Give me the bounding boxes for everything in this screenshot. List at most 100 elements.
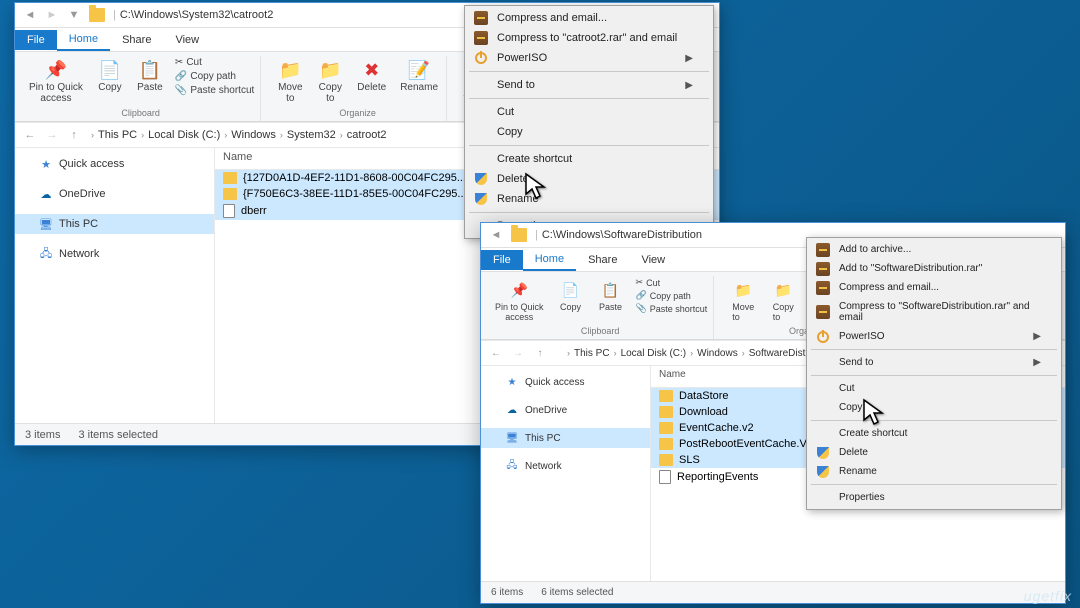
ctx-item[interactable]: Copy [467, 122, 711, 142]
tab-file[interactable]: File [481, 250, 523, 270]
paste-shortcut[interactable]: 📎Paste shortcut [634, 302, 710, 315]
folder-icon [659, 454, 673, 466]
bc-back[interactable]: ← [485, 343, 507, 363]
back-btn[interactable]: ◄ [485, 225, 507, 245]
ctx-item[interactable]: Delete [809, 443, 1059, 462]
ctx-label: Compress and email... [497, 12, 607, 24]
nav-quick-access[interactable]: ★Quick access [481, 372, 650, 392]
col-name[interactable]: Name [651, 366, 811, 387]
nav-network[interactable]: 🖧Network [15, 244, 214, 264]
tab-file[interactable]: File [15, 30, 57, 50]
ctx-item[interactable]: Compress and email... [809, 278, 1059, 297]
copy-button[interactable]: 📄Copy [554, 276, 588, 314]
col-name[interactable]: Name [215, 148, 495, 169]
paste-button[interactable]: 📋Paste [594, 276, 628, 314]
ctx-item[interactable]: Send to▶ [809, 353, 1059, 372]
rename-button[interactable]: 📝Rename [396, 56, 442, 95]
folder-icon [659, 438, 673, 450]
network-icon: 🖧 [39, 247, 53, 261]
ctx-item[interactable]: PowerISO▶ [809, 327, 1059, 346]
tab-home[interactable]: Home [523, 249, 576, 271]
moveto-icon: 📁 [278, 58, 302, 82]
ctx-item[interactable]: Rename [467, 189, 711, 209]
ctx-item[interactable]: Add to "SoftwareDistribution.rar" [809, 259, 1059, 278]
address-path[interactable]: C:\Windows\System32\catroot2 [120, 9, 273, 21]
tab-view[interactable]: View [163, 30, 211, 50]
copy-path[interactable]: 🔗Copy path [634, 289, 710, 302]
bc-sys32[interactable]: System32 [283, 129, 340, 141]
forward-btn[interactable]: ► [41, 5, 63, 25]
move-to[interactable]: 📁Move to [726, 276, 760, 324]
ctx-item[interactable]: Compress to "SoftwareDistribution.rar" a… [809, 297, 1059, 327]
ctx-item[interactable]: Delete [467, 169, 711, 189]
ctx-item[interactable]: Compress and email... [467, 8, 711, 28]
nav-network[interactable]: 🖧Network [481, 456, 650, 476]
context-menu-1[interactable]: Compress and email... Compress to "catroo… [464, 5, 714, 239]
back-btn[interactable]: ◄ [19, 5, 41, 25]
bc-catroot2[interactable]: catroot2 [343, 129, 391, 141]
copy-button[interactable]: 📄Copy [93, 56, 127, 95]
context-menu-2[interactable]: Add to archive...Add to "SoftwareDistrib… [806, 237, 1062, 510]
status-items: 6 items [491, 587, 523, 598]
bc-disk[interactable]: Local Disk (C:) [144, 129, 224, 141]
tab-share[interactable]: Share [576, 250, 629, 270]
address-path[interactable]: C:\Windows\SoftwareDistribution [542, 229, 702, 241]
ctx-label: Create shortcut [839, 428, 907, 439]
pin-quick-access[interactable]: 📌Pin to Quick access [491, 276, 548, 324]
bc-up[interactable]: ↑ [529, 343, 551, 363]
copy-to[interactable]: 📁Copy to [313, 56, 347, 106]
scissors-icon: ✂ [636, 277, 644, 288]
copy-path-button[interactable]: 🔗Copy path [173, 70, 256, 83]
delete-button[interactable]: ✖Delete [353, 56, 390, 95]
up-btn[interactable]: ▼ [63, 5, 85, 25]
ctx-item[interactable]: Send to▶ [467, 75, 711, 95]
file-icon [223, 204, 235, 218]
network-icon: 🖧 [505, 459, 519, 473]
ctx-item[interactable]: Create shortcut [467, 149, 711, 169]
nav-this-pc[interactable]: 🖥This PC [481, 428, 650, 448]
nav-quick-access[interactable]: ★Quick access [15, 154, 214, 174]
bc-fwd[interactable]: → [507, 343, 529, 363]
bc-thispc[interactable]: This PC [570, 348, 614, 359]
ctx-item[interactable]: Add to archive... [809, 240, 1059, 259]
tab-share[interactable]: Share [110, 30, 163, 50]
nav-this-pc[interactable]: 🖥This PC [15, 214, 214, 234]
copy-to[interactable]: 📁Copy to [766, 276, 800, 324]
cut-button[interactable]: ✂Cut [173, 56, 256, 69]
ctx-item[interactable]: PowerISO▶ [467, 48, 711, 68]
bc-thispc[interactable]: This PC [94, 129, 141, 141]
power-icon [473, 50, 489, 66]
nav-onedrive[interactable]: ☁OneDrive [481, 400, 650, 420]
ctx-item[interactable]: Create shortcut [809, 424, 1059, 443]
paste-shortcut[interactable]: 📎Paste shortcut [173, 84, 256, 97]
ctx-item[interactable]: Cut [809, 379, 1059, 398]
bc-up[interactable]: ↑ [63, 125, 85, 145]
bc-disk[interactable]: Local Disk (C:) [617, 348, 691, 359]
ctx-item[interactable]: Rename [809, 462, 1059, 481]
ctx-label: Compress to "catroot2.rar" and email [497, 32, 677, 44]
bc-folder-icon [555, 348, 567, 358]
move-to[interactable]: 📁Move to [273, 56, 307, 106]
paste-button[interactable]: 📋Paste [133, 56, 167, 95]
ctx-item[interactable]: Compress to "catroot2.rar" and email [467, 28, 711, 48]
nav-onedrive[interactable]: ☁OneDrive [15, 184, 214, 204]
folder-icon [223, 172, 237, 184]
cut-button[interactable]: ✂Cut [634, 276, 710, 289]
tab-home[interactable]: Home [57, 29, 110, 51]
folder-icon [89, 8, 105, 22]
tab-view[interactable]: View [629, 250, 677, 270]
status-items: 3 items [25, 429, 60, 441]
folder-icon [223, 188, 237, 200]
rar-icon [815, 304, 831, 320]
bc-windows[interactable]: Windows [227, 129, 280, 141]
pin-quick-access[interactable]: 📌Pin to Quick access [25, 56, 87, 106]
bc-windows[interactable]: Windows [693, 348, 742, 359]
sep: | [113, 9, 116, 21]
bc-back[interactable]: ← [19, 125, 41, 145]
ctx-item[interactable]: Cut [467, 102, 711, 122]
cloud-icon: ☁ [505, 403, 519, 417]
ctx-item[interactable]: Copy [809, 398, 1059, 417]
bc-fwd[interactable]: → [41, 125, 63, 145]
ctx-item[interactable]: Properties [809, 488, 1059, 507]
scissors-icon: ✂ [175, 57, 183, 68]
